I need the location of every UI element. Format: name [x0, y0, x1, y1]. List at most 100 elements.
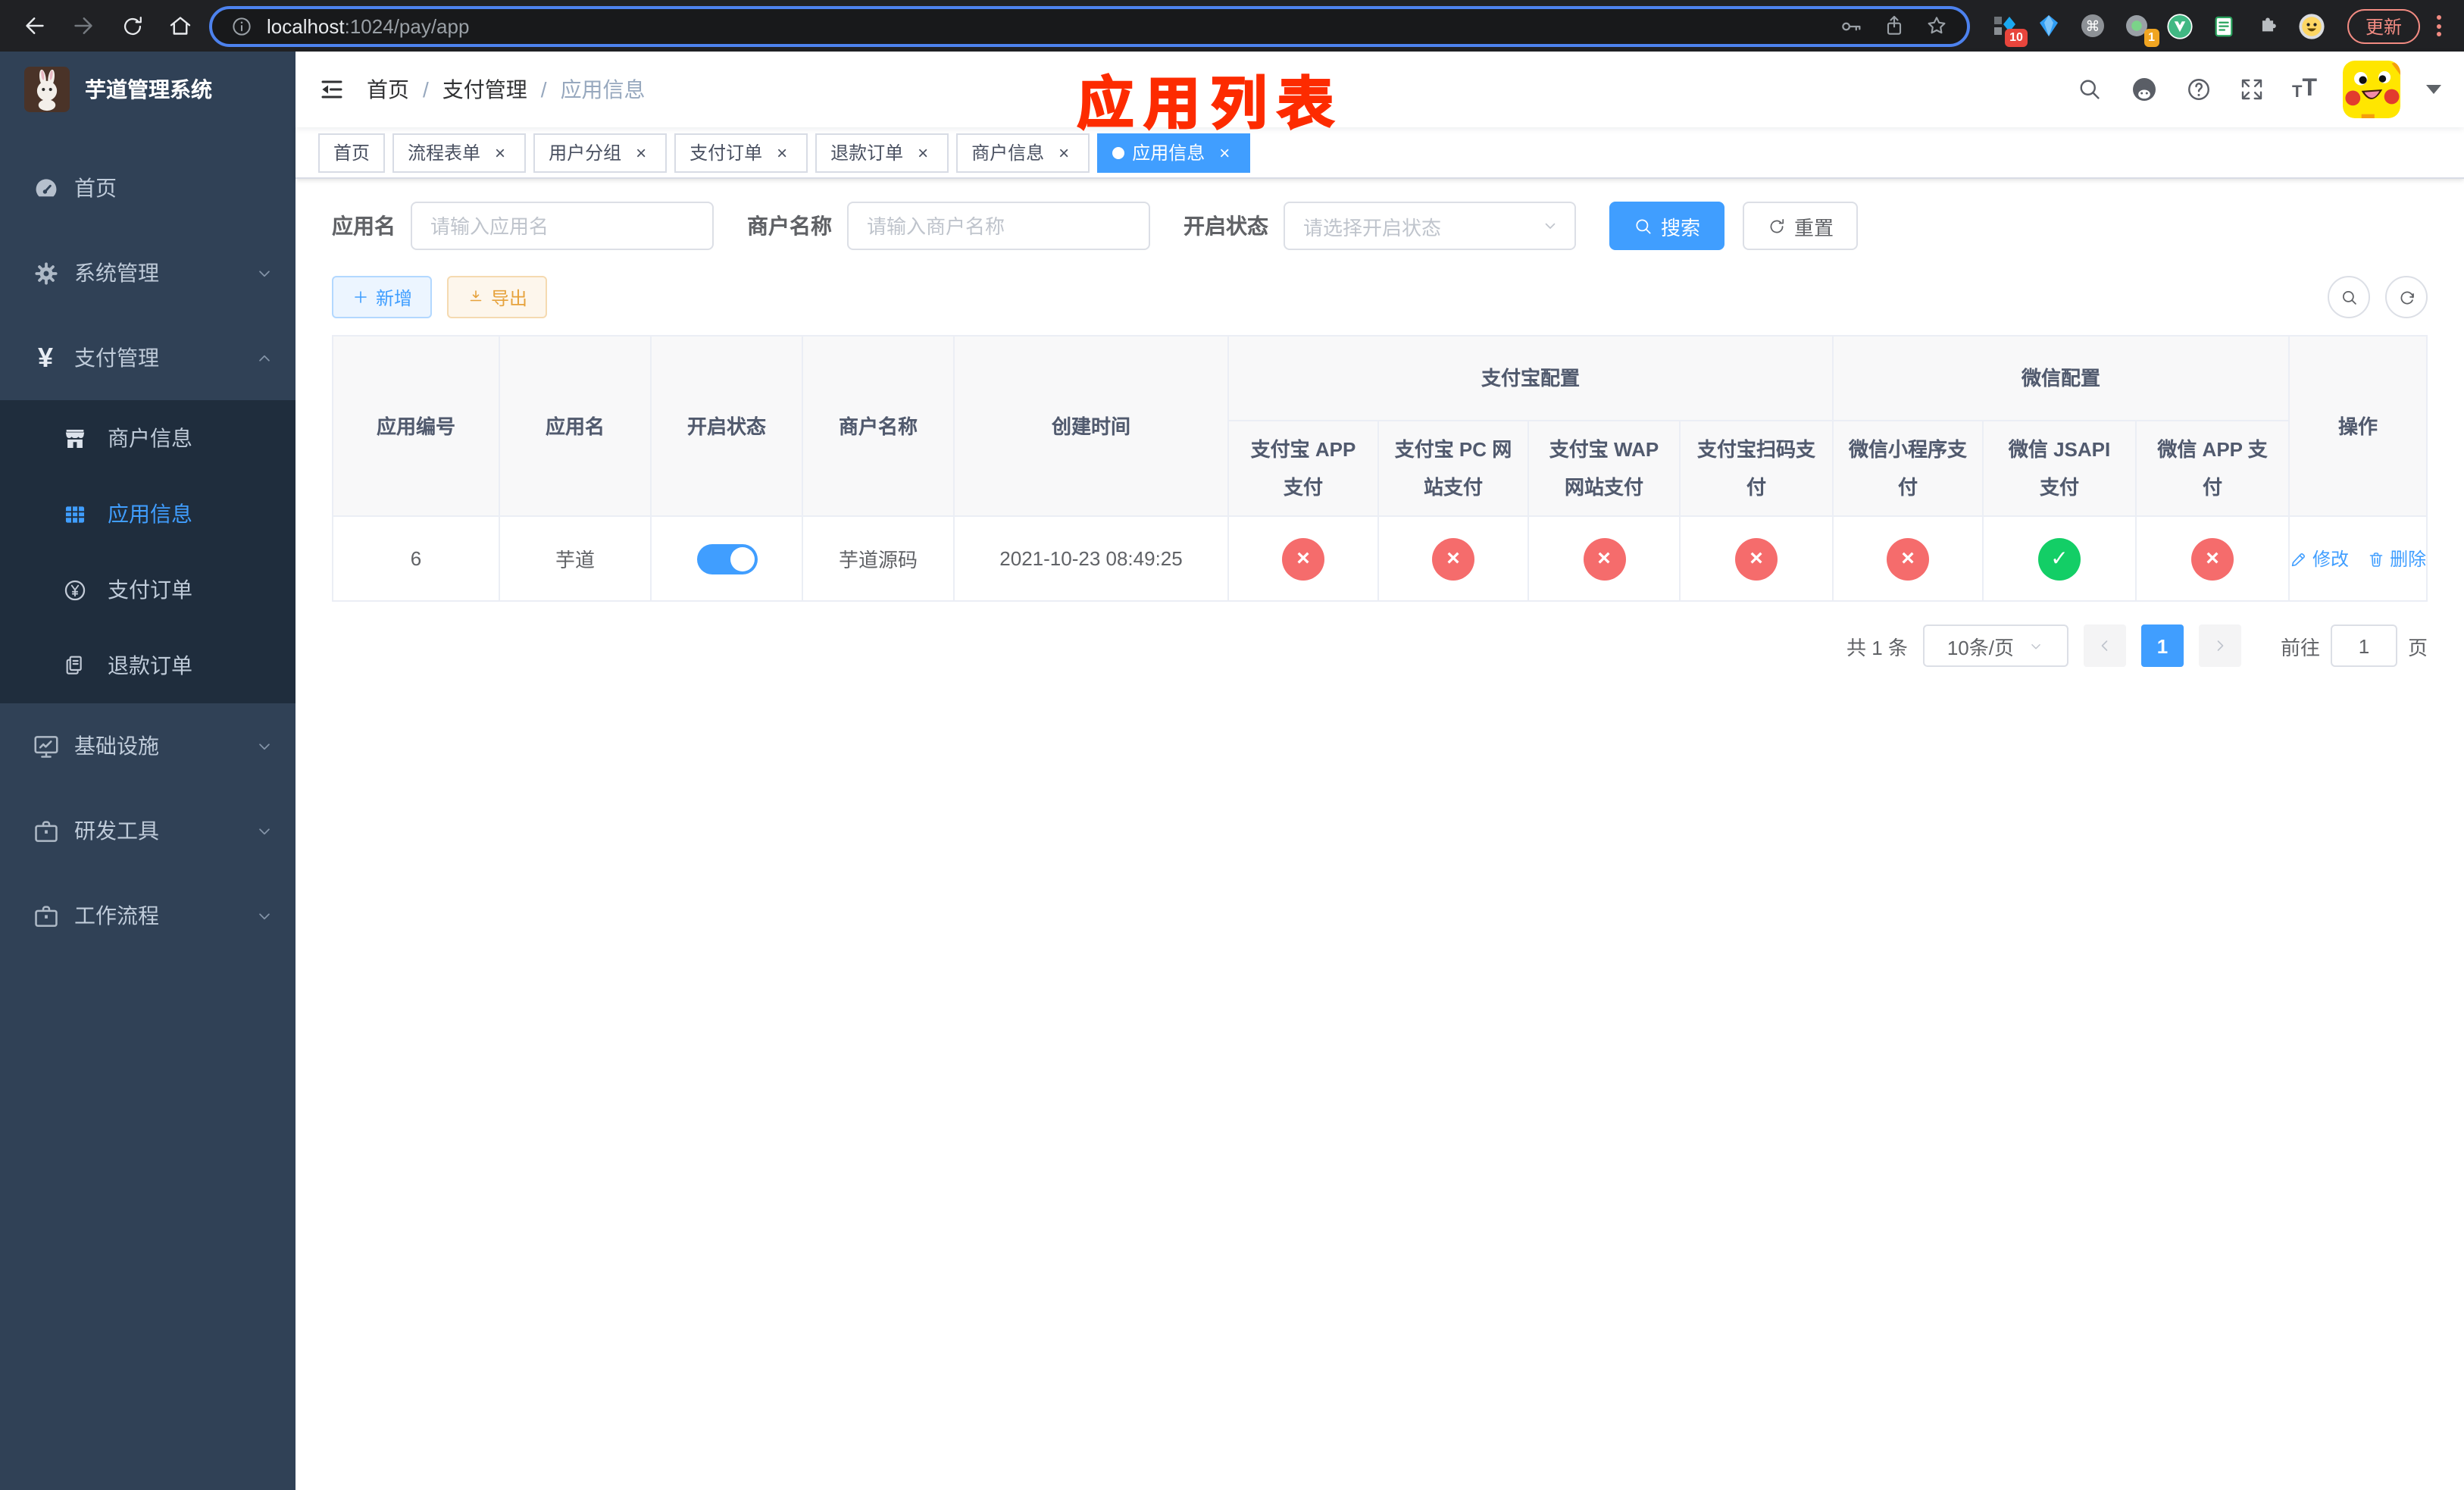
- github-icon[interactable]: [2130, 74, 2160, 105]
- extension-vue-devtools-icon[interactable]: [2167, 12, 2194, 39]
- export-button[interactable]: 导出: [447, 276, 548, 318]
- prev-page-button[interactable]: [2083, 624, 2126, 667]
- chrome-menu-icon[interactable]: [2429, 12, 2449, 39]
- sidebar-item-dev-tools[interactable]: 研发工具: [0, 788, 295, 873]
- avatar-caret-down-icon[interactable]: [2426, 85, 2441, 94]
- sidebar-item-home[interactable]: 首页: [0, 146, 295, 230]
- close-icon[interactable]: ×: [1053, 142, 1074, 163]
- close-icon[interactable]: ×: [1214, 142, 1235, 163]
- search-button[interactable]: 搜索: [1609, 202, 1725, 250]
- close-icon[interactable]: ×: [489, 142, 511, 163]
- sidebar-item-system[interactable]: 系统管理: [0, 230, 295, 315]
- app-logo-row[interactable]: 芋道管理系统: [0, 52, 295, 127]
- page-number-button[interactable]: 1: [2140, 624, 2184, 667]
- status-select[interactable]: 请选择开启状态: [1284, 202, 1576, 250]
- extension-command-icon[interactable]: ⌘: [2079, 12, 2106, 39]
- sidebar-collapse-icon[interactable]: [318, 76, 346, 103]
- edit-link[interactable]: 修改: [2290, 546, 2349, 571]
- col-alipay-wap: 支付宝 WAP 网站支付: [1528, 421, 1681, 517]
- tab-process-form[interactable]: 流程表单 ×: [392, 133, 527, 172]
- close-icon[interactable]: ×: [630, 142, 652, 163]
- app-name-input[interactable]: [411, 202, 714, 250]
- col-enabled: 开启状态: [651, 336, 803, 517]
- sidebar-item-workflow[interactable]: 工作流程: [0, 873, 295, 958]
- sidebar-item-label: 研发工具: [74, 819, 159, 843]
- toggle-search-button[interactable]: [2328, 276, 2370, 318]
- delete-link[interactable]: 删除: [2367, 546, 2426, 571]
- col-app-name: 应用名: [499, 336, 652, 517]
- help-icon[interactable]: [2186, 76, 2213, 103]
- briefcase-icon: [27, 901, 64, 930]
- tab-pay-orders[interactable]: 支付订单 ×: [674, 133, 808, 172]
- sidebar-item-label: 商户信息: [108, 426, 192, 450]
- filter-form: 应用名 商户名称 开启状态 请选择开启状态: [332, 202, 2428, 250]
- extension-recorder-icon[interactable]: 1: [2123, 12, 2159, 47]
- url-bar[interactable]: localhost:1024/pay/app: [209, 5, 1970, 46]
- breadcrumb-home[interactable]: 首页: [367, 74, 409, 105]
- user-avatar[interactable]: [2343, 61, 2400, 118]
- sidebar-item-merchant-info[interactable]: 商户信息: [0, 400, 295, 476]
- browser-forward-button[interactable]: [64, 6, 103, 45]
- profile-avatar-icon[interactable]: [2299, 12, 2326, 39]
- sidebar-item-refund-orders[interactable]: 退款订单: [0, 628, 295, 703]
- col-alipay-qr: 支付宝扫码支付: [1680, 421, 1834, 517]
- download-icon: [470, 290, 482, 302]
- chevron-left-icon: [2101, 640, 2108, 651]
- extension-gem-icon[interactable]: [2035, 12, 2062, 39]
- password-key-icon[interactable]: [1838, 13, 1864, 39]
- sidebar-item-label: 支付订单: [108, 578, 192, 602]
- app-content: 应用名 商户名称 开启状态 请选择开启状态: [295, 179, 2464, 1490]
- cell-app-name: 芋道: [499, 516, 652, 602]
- browser-home-button[interactable]: [161, 6, 200, 45]
- enabled-toggle[interactable]: [696, 543, 757, 574]
- tab-home[interactable]: 首页: [318, 133, 386, 172]
- sidebar-item-pay-orders[interactable]: 支付订单: [0, 552, 295, 628]
- add-button[interactable]: 新增: [332, 276, 433, 318]
- fullscreen-icon[interactable]: [2239, 76, 2266, 103]
- chevron-right-icon: [2217, 640, 2224, 651]
- font-size-icon[interactable]: TT: [2292, 77, 2317, 102]
- breadcrumb-payment[interactable]: 支付管理: [442, 74, 527, 105]
- col-alipay-app: 支付宝 APP 支付: [1228, 421, 1379, 517]
- browser-toolbar: localhost:1024/pay/app 10 ⌘ 1 更新: [0, 0, 2464, 52]
- shop-icon: [61, 425, 88, 451]
- cell-merchant: 芋道源码: [802, 516, 955, 602]
- goto-suffix: 页: [2407, 636, 2428, 659]
- app-name-label: 应用名: [332, 214, 396, 238]
- bookmark-star-icon[interactable]: [1925, 14, 1949, 38]
- next-page-button[interactable]: [2198, 624, 2241, 667]
- tab-user-group[interactable]: 用户分组 ×: [533, 133, 668, 172]
- browser-reload-button[interactable]: [112, 6, 152, 45]
- browser-back-button[interactable]: [15, 6, 55, 45]
- wechat-jsapi-status-icon: [2038, 537, 2081, 580]
- goto-page-input[interactable]: [2330, 624, 2397, 667]
- alipay-pc-status-icon: [1432, 537, 1474, 580]
- extension-tiles-icon[interactable]: 10: [1991, 12, 2028, 47]
- site-info-icon[interactable]: [230, 14, 253, 37]
- tab-merchant-info[interactable]: 商户信息 ×: [956, 133, 1090, 172]
- refresh-table-button[interactable]: [2385, 276, 2428, 318]
- tab-refund-orders[interactable]: 退款订单 ×: [815, 133, 949, 172]
- yen-icon: ¥: [37, 343, 53, 373]
- reset-button[interactable]: 重置: [1743, 202, 1859, 250]
- merchant-name-input[interactable]: [847, 202, 1150, 250]
- extensions-puzzle-icon[interactable]: [2255, 12, 2282, 39]
- sidebar-item-label: 支付管理: [74, 346, 159, 370]
- search-icon[interactable]: [2077, 76, 2104, 103]
- page-size-select[interactable]: 10条/页: [1922, 624, 2068, 667]
- sidebar-item-app-info[interactable]: 应用信息: [0, 476, 295, 552]
- breadcrumb: 首页 / 支付管理 / 应用信息: [367, 74, 646, 105]
- extension-notes-icon[interactable]: [2211, 12, 2238, 39]
- sidebar-item-payment[interactable]: ¥ 支付管理: [0, 315, 295, 400]
- close-icon[interactable]: ×: [912, 142, 933, 163]
- alipay-qr-status-icon: [1735, 537, 1778, 580]
- close-icon[interactable]: ×: [771, 142, 793, 163]
- sidebar-item-infrastructure[interactable]: 基础设施: [0, 703, 295, 788]
- sidebar-item-label: 应用信息: [108, 502, 192, 526]
- chrome-update-button[interactable]: 更新: [2347, 8, 2420, 43]
- sidebar-item-label: 首页: [74, 176, 117, 200]
- cell-created: 2021-10-23 08:49:25: [954, 516, 1229, 602]
- col-alipay-pc: 支付宝 PC 网站支付: [1378, 421, 1529, 517]
- share-icon[interactable]: [1882, 14, 1906, 38]
- grid-icon: [61, 501, 88, 527]
